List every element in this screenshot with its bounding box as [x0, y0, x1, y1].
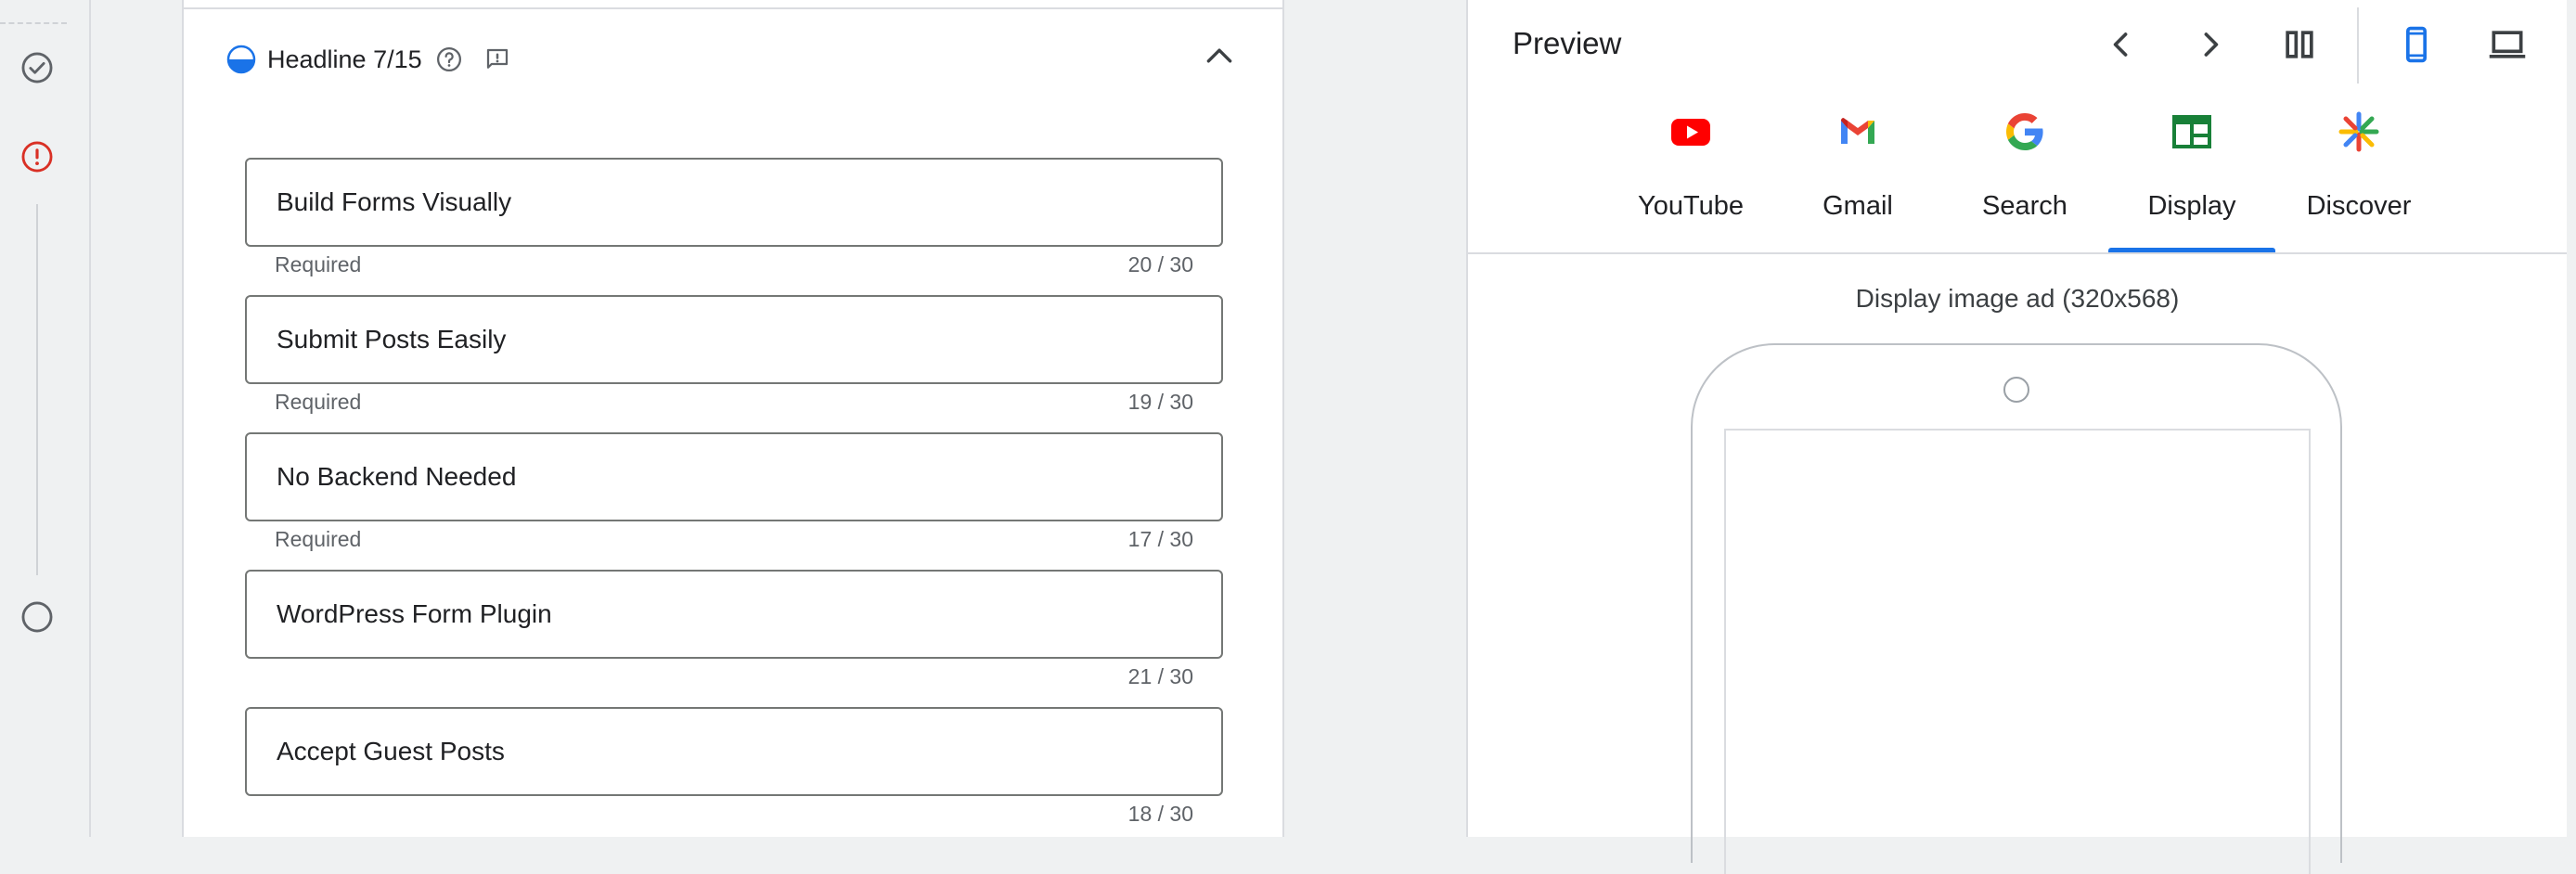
chevron-left-icon[interactable] [2101, 24, 2142, 65]
tab-label: Search [1982, 191, 2067, 221]
headline-input[interactable]: Submit Posts Easily [245, 295, 1223, 384]
help-icon[interactable] [435, 45, 463, 73]
section-title: Headline 7/15 [267, 45, 422, 73]
char-count: 19 / 30 [1127, 390, 1193, 414]
char-count: 18 / 30 [1127, 802, 1193, 826]
headline-input[interactable]: Build Forms Visually [245, 158, 1223, 247]
headline-input[interactable]: WordPress Form Plugin [245, 570, 1223, 659]
helper-text: Required [275, 390, 362, 414]
char-count: 20 / 30 [1127, 252, 1193, 276]
toolbar-divider [2357, 7, 2359, 84]
tabs-divider [1468, 252, 2567, 254]
half-circle-progress-icon [226, 45, 256, 74]
chevron-up-icon[interactable] [1201, 37, 1238, 74]
headline-field-group: No Backend Needed Required 17 / 30 [245, 432, 1223, 555]
gmail-icon [1841, 118, 1874, 144]
char-count: 21 / 30 [1127, 664, 1193, 688]
headline-field-group: WordPress Form Plugin 21 / 30 [245, 570, 1223, 692]
headline-field-group: Submit Posts Easily Required 19 / 30 [245, 295, 1223, 418]
phone-camera [2003, 377, 2029, 403]
laptop-icon[interactable] [2487, 24, 2528, 65]
chevron-right-icon[interactable] [2190, 24, 2231, 65]
phone-mockup [1691, 343, 2342, 874]
helper-text: Required [275, 527, 362, 551]
step-rail [0, 0, 91, 837]
discover-icon [2338, 111, 2379, 152]
tab-label: Gmail [1823, 191, 1893, 221]
field-meta: Required 19 / 30 [245, 390, 1223, 418]
tab-display[interactable]: Display [2108, 96, 2275, 252]
headline-input[interactable]: No Backend Needed [245, 432, 1223, 521]
tab-youtube[interactable]: YouTube [1607, 96, 1774, 252]
helper-text: Required [275, 252, 362, 276]
headline-input[interactable]: Accept Guest Posts [245, 707, 1223, 796]
tab-label: Display [2147, 191, 2236, 221]
tab-gmail[interactable]: Gmail [1774, 96, 1941, 252]
ad-format-caption: Display image ad (320x568) [1855, 284, 2180, 313]
channel-tabs: YouTube Gmail Search Display Discover [1607, 96, 2442, 252]
preview-title: Preview [1513, 26, 1622, 60]
preview-panel: Preview YouTube Gmail Search Display Dis… [1466, 0, 2567, 874]
display-icon [2172, 115, 2211, 148]
smartphone-icon[interactable] [2396, 24, 2437, 65]
tab-search[interactable]: Search [1941, 96, 2108, 252]
step-connector [36, 204, 38, 575]
section-header: Headline 7/15 [226, 41, 532, 78]
field-meta: Required 20 / 30 [245, 252, 1223, 280]
feedback-icon[interactable] [483, 45, 511, 73]
field-meta: Required 17 / 30 [245, 527, 1223, 555]
google-icon [2006, 113, 2043, 150]
phone-screen [1724, 429, 2311, 874]
youtube-icon [1671, 119, 1710, 146]
empty-circle-icon[interactable] [19, 599, 55, 635]
card-divider [184, 7, 1282, 9]
headline-field-group: Build Forms Visually Required 20 / 30 [245, 158, 1223, 280]
tab-label: Discover [2306, 191, 2412, 221]
tab-label: YouTube [1638, 191, 1744, 221]
char-count: 17 / 30 [1127, 527, 1193, 551]
error-icon[interactable] [19, 139, 55, 174]
headline-editor: Headline 7/15 Build Forms Visually Requi… [182, 0, 1284, 837]
field-meta: 21 / 30 [245, 664, 1223, 692]
field-meta: 18 / 30 [245, 802, 1223, 829]
check-circle-icon[interactable] [19, 50, 55, 85]
tab-discover[interactable]: Discover [2275, 96, 2442, 252]
rail-divider [0, 22, 67, 24]
headline-field-group: Accept Guest Posts 18 / 30 [245, 707, 1223, 829]
columns-icon[interactable] [2279, 24, 2320, 65]
